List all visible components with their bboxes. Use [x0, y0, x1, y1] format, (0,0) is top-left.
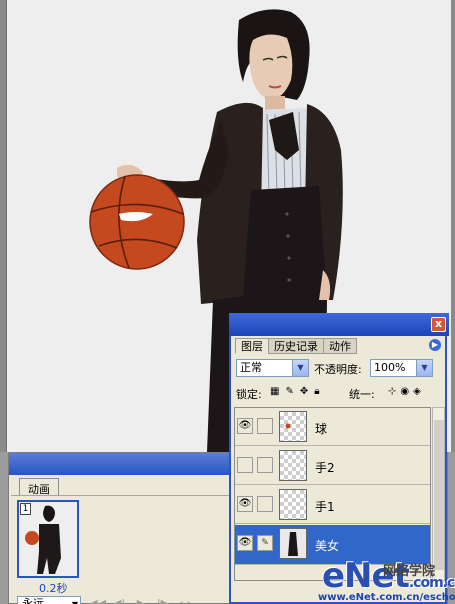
lock-label: 锁定: — [236, 388, 262, 401]
unify-position-icon[interactable]: ⊹ — [388, 386, 396, 397]
opacity-value: 100% — [374, 361, 406, 374]
layer-list: 👁︎ 球 手2 👁︎ 手1 👁︎ ✎ 美女 — [234, 407, 431, 581]
scrollbar-thumb[interactable] — [434, 420, 444, 570]
eye-icon[interactable]: 👁︎ — [237, 496, 253, 512]
layer-list-scrollbar[interactable] — [432, 407, 445, 581]
layers-panel-tabs: 图层 历史记录 动作 — [235, 338, 357, 355]
first-frame-icon[interactable]: ◀◀ — [89, 597, 106, 604]
opacity-label: 不透明度: — [314, 363, 362, 376]
frame-delay[interactable]: 0.2秒 — [39, 580, 68, 596]
play-icon[interactable]: ▶ — [133, 597, 149, 604]
layer-name: 手2 — [315, 461, 335, 475]
frame-number: 1 — [20, 503, 31, 515]
animation-controls: 永远 ▼ ◀◀ ◀| ▶ |▶ ∘∘ — [17, 596, 237, 604]
tween-icon[interactable]: ∘∘ — [177, 597, 193, 604]
chevron-down-icon: ▼ — [72, 598, 78, 604]
panel-menu-icon[interactable]: ▶ — [429, 339, 441, 351]
animation-frame-1[interactable]: 1 — [17, 500, 79, 578]
layer-name: 手1 — [315, 500, 335, 514]
brush-icon[interactable]: ✎ — [257, 535, 273, 551]
blend-opacity-row: 正常 ▼ 不透明度: 100% ▼ — [236, 359, 441, 379]
layer-row-ball[interactable]: 👁︎ 球 — [235, 408, 430, 446]
layer-thumbnail — [279, 411, 307, 442]
tab-history[interactable]: 历史记录 — [268, 338, 324, 354]
lock-position-icon[interactable]: ✥ — [300, 386, 308, 397]
unify-options: ⊹ ◉ ◈ — [388, 386, 421, 397]
eye-icon[interactable]: 👁︎ — [237, 535, 253, 551]
layer-row-hand1[interactable]: 👁︎ 手1 — [235, 486, 430, 524]
unify-style-icon[interactable]: ◈ — [413, 386, 421, 397]
close-button[interactable]: x — [431, 317, 446, 332]
lock-image-icon[interactable]: ✎ — [285, 386, 293, 397]
link-toggle[interactable] — [257, 418, 273, 434]
tab-layers[interactable]: 图层 — [235, 338, 269, 354]
blend-mode-select[interactable]: 正常 ▼ — [236, 359, 309, 377]
layer-thumbnail — [279, 489, 307, 520]
unify-visibility-icon[interactable]: ◉ — [400, 386, 409, 397]
close-icon: x — [434, 317, 443, 330]
watermark-chinese: 网络学院 — [383, 564, 436, 579]
layer-row-hand2[interactable]: 手2 — [235, 447, 430, 485]
eye-icon[interactable]: 👁︎ — [237, 418, 253, 434]
tab-animation[interactable]: 动画 — [19, 478, 59, 496]
layer-thumbnail — [279, 450, 307, 481]
loop-value: 永远 — [22, 597, 44, 604]
link-toggle[interactable] — [257, 496, 273, 512]
loop-select[interactable]: 永远 ▼ — [17, 596, 81, 604]
prev-frame-icon[interactable]: ◀| — [111, 597, 127, 604]
lock-transparent-icon[interactable]: ▦ — [270, 386, 279, 397]
layer-name: 美女 — [315, 539, 340, 553]
watermark-url: www.eNet.com.cn/eschool — [318, 592, 455, 603]
next-frame-icon[interactable]: |▶ — [155, 597, 171, 604]
link-toggle[interactable] — [257, 457, 273, 473]
transport-controls: ◀◀ ◀| ▶ |▶ ∘∘ — [89, 597, 193, 604]
lock-options: ▦ ✎ ✥ 🔒︎ — [270, 386, 320, 397]
opacity-field[interactable]: 100% ▼ — [370, 359, 433, 377]
lock-all-icon[interactable]: 🔒︎ — [314, 386, 319, 397]
blend-mode-value: 正常 — [240, 361, 262, 374]
layer-name: 球 — [315, 422, 328, 436]
tab-actions[interactable]: 动作 — [323, 338, 357, 354]
eye-hidden-icon[interactable] — [237, 457, 253, 473]
layers-panel-titlebar[interactable]: x — [229, 313, 449, 336]
layer-thumbnail — [279, 528, 307, 559]
chevron-down-icon: ▼ — [292, 360, 308, 376]
unify-label: 统一: — [349, 388, 375, 401]
lock-unify-row: 锁定: ▦ ✎ ✥ 🔒︎ 统一: ⊹ ◉ ◈ — [236, 384, 441, 402]
chevron-down-icon: ▼ — [416, 360, 432, 376]
